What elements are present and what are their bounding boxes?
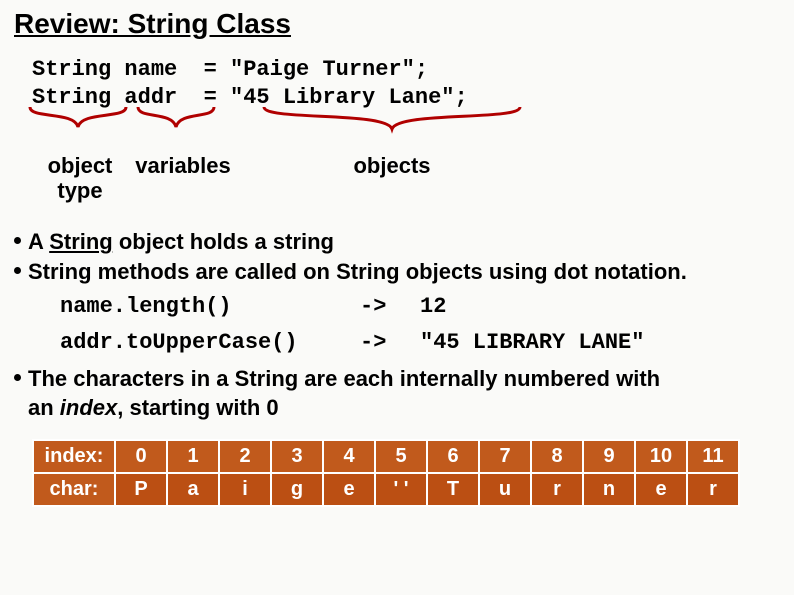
- example-1-call: name.length(): [60, 292, 360, 322]
- cell: 10: [635, 440, 687, 473]
- row-label-index: index:: [33, 440, 115, 473]
- brace-object-type: [28, 105, 128, 141]
- cell: r: [531, 473, 583, 506]
- cell: 3: [271, 440, 323, 473]
- brace-labels: object type variables objects: [32, 153, 780, 213]
- arrow-icon: ->: [360, 328, 420, 358]
- cell: 6: [427, 440, 479, 473]
- example-1: name.length() -> 12: [60, 292, 780, 322]
- label-variables: variables: [128, 153, 238, 178]
- example-2: addr.toUpperCase() -> "45 LIBRARY LANE": [60, 328, 780, 358]
- cell: 4: [323, 440, 375, 473]
- bullet-3-cont: an index, starting with 0: [14, 393, 780, 423]
- cell: n: [583, 473, 635, 506]
- bullet-3-pre: an: [28, 395, 60, 420]
- bullet-1: A String object holds a string: [14, 227, 780, 257]
- bullet-dot-icon: [14, 374, 21, 381]
- cell: a: [167, 473, 219, 506]
- page-title: Review: String Class: [14, 8, 780, 40]
- cell: 1: [167, 440, 219, 473]
- cell: i: [219, 473, 271, 506]
- cell: 7: [479, 440, 531, 473]
- bullet-1-pre: A: [28, 229, 49, 254]
- brace-objects: [262, 105, 522, 141]
- cell: g: [271, 473, 323, 506]
- cell: r: [687, 473, 739, 506]
- index-char-table: index: 0 1 2 3 4 5 6 7 8 9 10 11 char: P…: [32, 439, 740, 507]
- cell: e: [635, 473, 687, 506]
- example-2-result: "45 LIBRARY LANE": [420, 328, 644, 358]
- cell: 0: [115, 440, 167, 473]
- cell: 9: [583, 440, 635, 473]
- bullet-3-index-word: index: [60, 395, 117, 420]
- cell: u: [479, 473, 531, 506]
- row-label-char: char:: [33, 473, 115, 506]
- bullet-3: The characters in a String are each inte…: [14, 364, 780, 394]
- bullet-dot-icon: [14, 237, 21, 244]
- brace-row: [32, 111, 780, 151]
- brace-variables: [136, 105, 216, 141]
- cell: ' ': [375, 473, 427, 506]
- cell: 8: [531, 440, 583, 473]
- bullet-1-string: String: [49, 229, 113, 254]
- cell: 2: [219, 440, 271, 473]
- bullet-dot-icon: [14, 267, 21, 274]
- arrow-icon: ->: [360, 292, 420, 322]
- example-2-call: addr.toUpperCase(): [60, 328, 360, 358]
- bullet-2-text: String methods are called on String obje…: [28, 259, 687, 284]
- label-objects: objects: [322, 153, 462, 178]
- table-row: char: P a i g e ' ' T u r n e r: [33, 473, 739, 506]
- bullet-list: A String object holds a string String me…: [14, 227, 780, 423]
- label-object-type: object type: [30, 153, 130, 204]
- cell: e: [323, 473, 375, 506]
- bullet-3-line1: The characters in a String are each inte…: [28, 366, 660, 391]
- code-line-1: String name = "Paige Turner";: [32, 57, 428, 82]
- table-row: index: 0 1 2 3 4 5 6 7 8 9 10 11: [33, 440, 739, 473]
- code-declarations: String name = "Paige Turner"; String add…: [32, 56, 780, 111]
- cell: P: [115, 473, 167, 506]
- cell: 11: [687, 440, 739, 473]
- cell: T: [427, 473, 479, 506]
- cell: 5: [375, 440, 427, 473]
- bullet-3-post: , starting with 0: [117, 395, 278, 420]
- bullet-2: String methods are called on String obje…: [14, 257, 780, 287]
- bullet-1-post: object holds a string: [113, 229, 334, 254]
- example-1-result: 12: [420, 292, 446, 322]
